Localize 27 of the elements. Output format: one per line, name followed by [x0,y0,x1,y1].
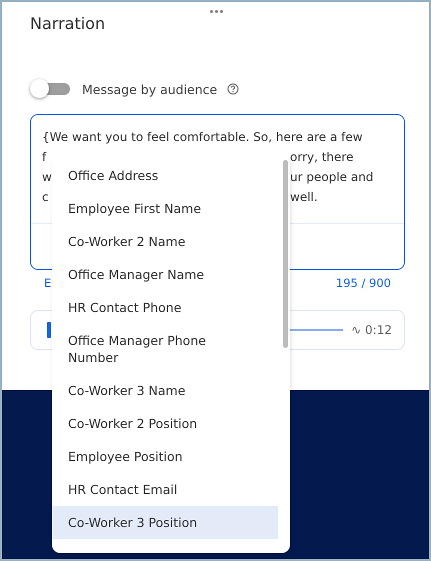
dropdown-option[interactable]: Office Manager Phone Number [52,324,278,374]
character-counter: 195 / 900 [336,276,391,292]
edit-link[interactable]: E [44,276,52,294]
toggle-label: Message by audience [82,82,218,96]
message-text: w [42,169,52,186]
message-text: orry, there [290,149,354,166]
drag-handle-icon[interactable] [210,10,223,13]
dropdown-option[interactable]: Co-Worker 3 Position [52,506,278,539]
audio-duration: ∿ 0:12 [351,323,392,337]
dropdown-option[interactable]: HR Contact Email [52,473,278,506]
dropdown-option[interactable]: Co-Worker 2 Position [52,407,278,440]
audio-track-line [289,329,344,331]
message-text: c [42,189,49,206]
scrollbar-thumb[interactable] [283,160,288,348]
dropdown-option[interactable]: Employee Position [52,440,278,473]
dropdown-option[interactable]: Co-Worker 2 Name [52,225,278,258]
dropdown-option[interactable]: Employee First Name [52,192,278,225]
dropdown-option[interactable]: Co-Worker 3 Name [52,374,278,407]
help-icon[interactable] [227,83,240,95]
panel-title: Narration [30,14,106,35]
dropdown-option[interactable]: Office Manager Name [52,258,278,291]
message-text: ur people and [290,169,374,186]
dropdown-option[interactable]: Office Address [52,159,278,192]
dropdown-option[interactable]: HR Contact Phone [52,291,278,324]
message-text: {We want you to feel comfortable. So, here are a few [42,129,363,146]
message-text: well. [290,189,319,206]
message-text: f [42,149,46,166]
